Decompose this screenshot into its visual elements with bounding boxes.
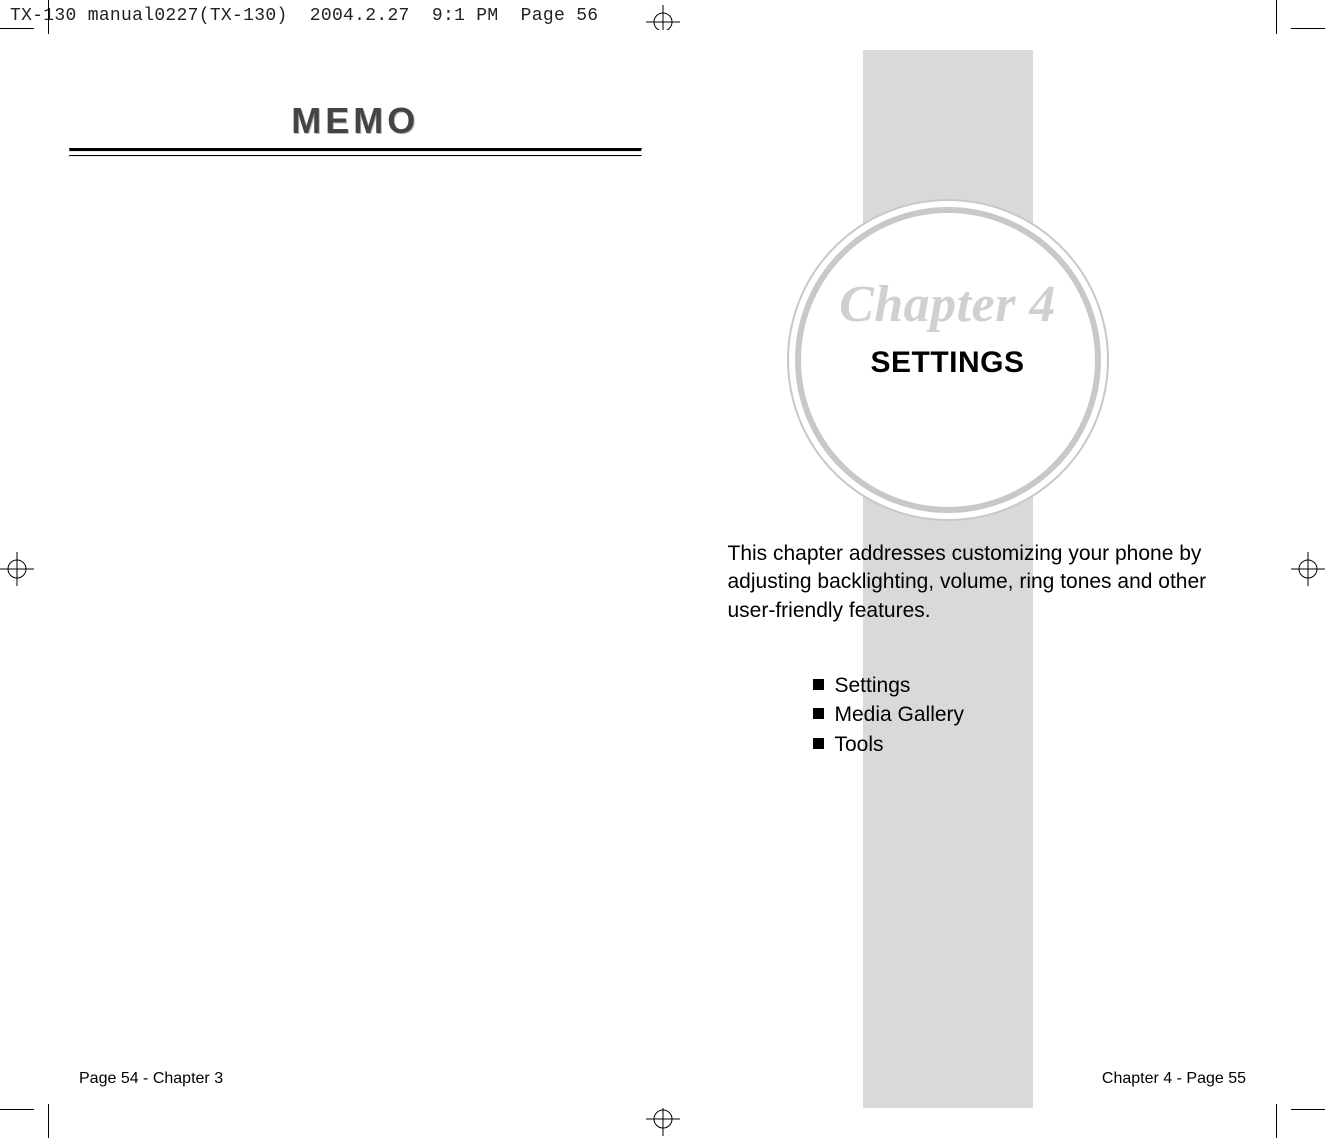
crop-mark [48,1104,49,1138]
crop-mark [1291,1109,1325,1110]
page-spread: MEMO Page 54 - Chapter 3 Chapter 4 SETTI… [49,30,1276,1108]
list-item: Settings [813,671,965,700]
register-mark-icon [1291,552,1325,586]
crop-mark [0,1109,34,1110]
feature-bullets: Settings Media Gallery Tools [773,671,965,759]
section-heading: SETTINGS [783,346,1113,380]
chapter-title-block: Chapter 4 SETTINGS [783,275,1113,380]
rule [69,155,642,157]
chapter-label: Chapter 4 [783,275,1113,334]
register-mark-icon [0,552,34,586]
crop-mark [48,0,49,34]
left-page: MEMO Page 54 - Chapter 3 [49,30,663,1108]
memo-heading-block: MEMO [69,100,642,157]
list-item: Media Gallery [813,700,965,729]
imposition-header: TX-130 manual0227(TX-130) 2004.2.27 9:1 … [10,6,598,26]
right-page: Chapter 4 SETTINGS This chapter addresse… [663,30,1277,1108]
list-item: Tools [813,730,965,759]
crop-mark [0,28,34,29]
crop-mark [1276,0,1277,34]
memo-heading: MEMO [281,100,429,148]
crop-mark [1291,28,1325,29]
right-folio: Chapter 4 - Page 55 [1102,1070,1246,1088]
left-folio: Page 54 - Chapter 3 [79,1070,223,1088]
rule [69,148,642,152]
chapter-circle: Chapter 4 SETTINGS [783,195,1113,525]
crop-mark [1276,1104,1277,1138]
intro-paragraph: This chapter addresses customizing your … [728,540,1247,625]
